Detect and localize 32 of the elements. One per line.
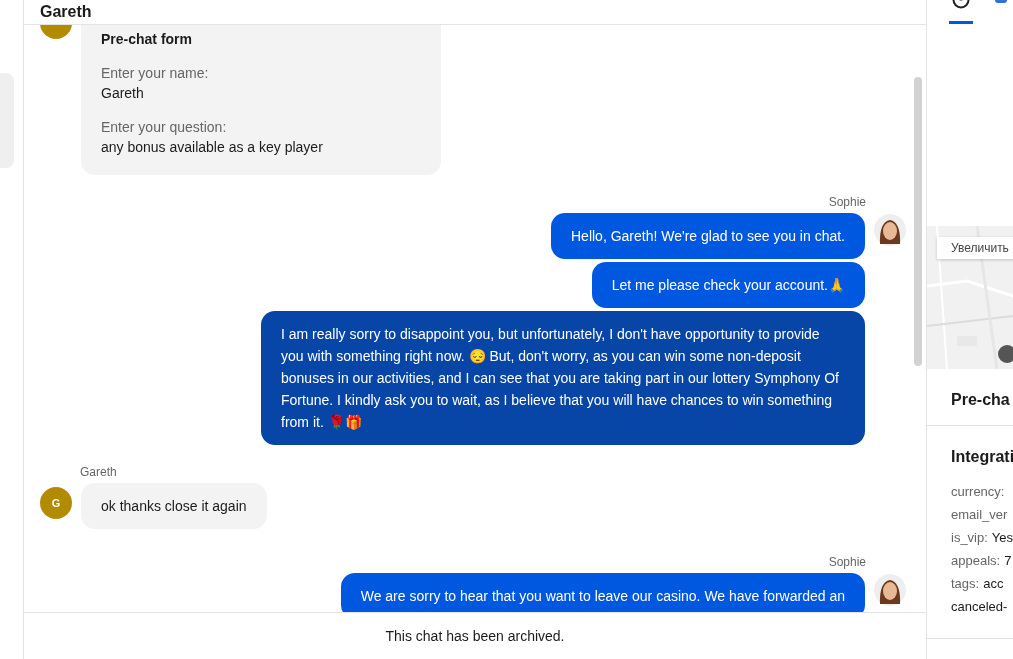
scrollbar[interactable] <box>914 77 922 366</box>
field-label: Enter your name: <box>101 65 210 81</box>
section-title: Integrati <box>951 448 1013 466</box>
chat-title: Gareth <box>40 3 92 21</box>
attribute-value: acc <box>983 576 1004 591</box>
attribute-value: Yes <box>991 530 1013 545</box>
archived-notice: This chat has been archived. <box>24 612 926 659</box>
message-bubble: I am really sorry to disappoint you, but unfortunately, I don't have opportunity to provide you with something right now. 😔 But, don't worry, as you can win some non-deposit bonuses in our activities, and I can see that you are taking part in our lottery Symphony Of Fortune. I kindly ask you to wait, as I believe that you will have chances to win something from it. 🌹🎁 <box>261 311 865 445</box>
attribute-value: 7 <box>1004 553 1012 568</box>
attribute-key: tags: <box>951 576 980 591</box>
field-value: any bonus available as a key player <box>101 139 324 155</box>
sender-name: Gareth <box>80 465 117 479</box>
attribute-key: is_vip: <box>951 530 988 545</box>
field-value: Gareth <box>101 85 145 101</box>
avatar <box>874 574 906 606</box>
message-bubble: ok thanks close it again <box>81 483 267 529</box>
attribute-key: currency: <box>951 484 1005 499</box>
enlarge-button[interactable]: Увеличить <box>937 237 1013 259</box>
avatar <box>874 214 906 246</box>
sender-name: Sophie <box>828 195 866 209</box>
sidebar-tab[interactable] <box>949 0 973 24</box>
attribute-key: email_ver <box>951 507 1008 522</box>
message-bubble: We are sorry to hear that you want to leave our casino. We have forwarded an <box>340 573 865 612</box>
attribute-key: appeals: <box>951 553 1001 568</box>
message-bubble: Hello, Gareth! We're glad to see you in chat. <box>551 213 865 259</box>
section-title: Pre-cha <box>951 391 1011 409</box>
form-title: Pre-chat form <box>101 31 194 47</box>
attribute-value: canceled- <box>951 599 1008 614</box>
avatar: G <box>40 487 72 519</box>
sender-name: Sophie <box>828 555 866 569</box>
field-label: Enter your question: <box>101 119 228 135</box>
message-bubble: Let me please check your account.🙏 <box>591 262 865 308</box>
